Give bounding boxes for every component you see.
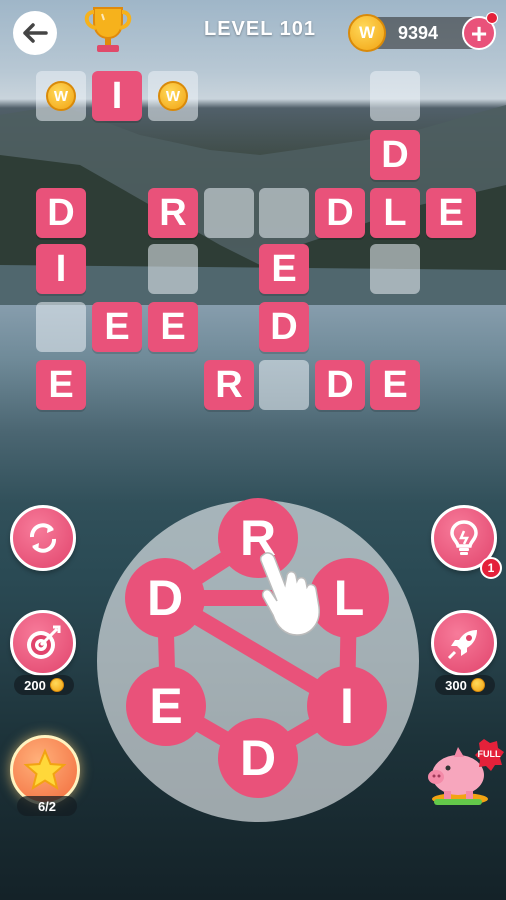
board-tile-empty	[204, 188, 254, 238]
board-tile: D	[259, 302, 309, 352]
level-title: LEVEL 101	[203, 18, 317, 40]
coin-icon: W	[158, 81, 188, 111]
board-tile: E	[426, 188, 476, 238]
target-icon	[27, 625, 61, 659]
coin-icon	[470, 678, 485, 692]
target-hint-button[interactable]	[10, 610, 76, 676]
notification-dot	[486, 12, 498, 24]
tutorial-hand-icon	[259, 552, 320, 636]
board-tile-empty	[148, 244, 198, 294]
coin-icon: W	[46, 81, 76, 111]
back-button[interactable]	[13, 11, 57, 55]
wheel-letter-d-bottom[interactable]: D	[218, 718, 298, 798]
piggy-full-label: FULL	[478, 749, 501, 759]
coin-count: 9394	[398, 23, 439, 43]
board-tile: E	[36, 360, 86, 410]
board-tile: D	[315, 188, 365, 238]
star-progress-value: 6/2	[37, 798, 57, 814]
trophy-icon[interactable]	[80, 4, 136, 56]
board-tile: E	[259, 244, 309, 294]
coin-icon	[49, 678, 64, 692]
board-tile: I	[92, 71, 142, 121]
rocket-icon	[447, 630, 477, 660]
board-tile: L	[370, 188, 420, 238]
board-tile-empty	[370, 71, 420, 121]
full-badge: FULL	[475, 739, 504, 771]
star-progress: 6/2	[17, 796, 77, 816]
back-arrow-icon	[23, 23, 48, 43]
piggy-bank-icon[interactable]: FULL	[420, 735, 506, 810]
board-tile: E	[92, 302, 142, 352]
wheel-letter-e[interactable]: E	[126, 666, 206, 746]
board-tile: D	[36, 188, 86, 238]
shuffle-button[interactable]	[10, 505, 76, 571]
board-tile-coin: W	[148, 71, 198, 121]
rocket-cost: 300	[435, 675, 495, 695]
board-tile: E	[148, 302, 198, 352]
board-tile-empty	[370, 244, 420, 294]
rocket-cost-value: 300	[445, 677, 467, 693]
wheel-letter-i[interactable]: I	[307, 666, 387, 746]
board-tile: D	[370, 130, 420, 180]
board-tile: R	[148, 188, 198, 238]
board-tile-empty	[259, 360, 309, 410]
board-tile: R	[204, 360, 254, 410]
hint-badge: 1	[480, 557, 502, 579]
coin-balance: W 9394 +	[348, 12, 498, 52]
board-tile: E	[370, 360, 420, 410]
target-cost: 200	[14, 675, 74, 695]
board-tile-empty	[36, 302, 86, 352]
board-tile: D	[315, 360, 365, 410]
target-cost-value: 200	[24, 677, 46, 693]
shuffle-icon	[30, 523, 56, 553]
board-tile-coin: W	[36, 71, 86, 121]
lightbulb-icon	[450, 520, 478, 555]
board-tile-empty	[259, 188, 309, 238]
star-icon	[23, 748, 67, 791]
rocket-button[interactable]	[431, 610, 497, 676]
coin-icon: W	[348, 14, 386, 52]
wheel-letter-d-left[interactable]: D	[125, 558, 205, 638]
star-bonus-button[interactable]	[10, 735, 80, 805]
board-tile: I	[36, 244, 86, 294]
